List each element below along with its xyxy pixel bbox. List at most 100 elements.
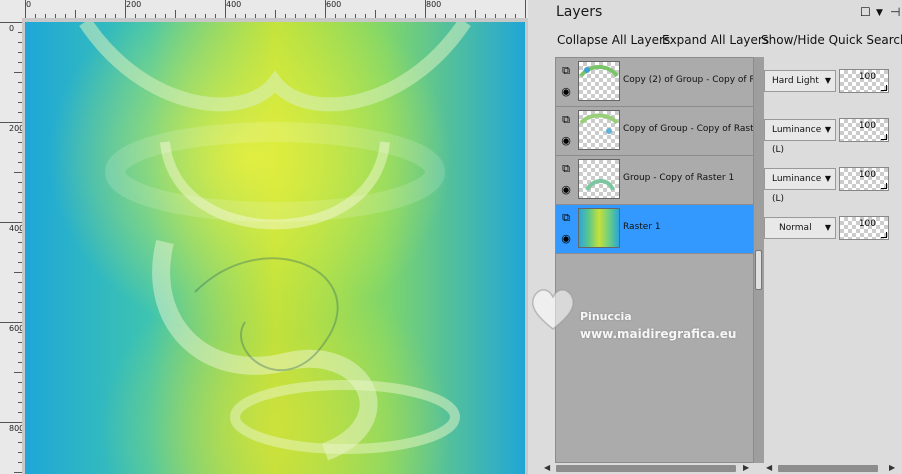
ruler-tick: [175, 10, 176, 18]
maximize-icon[interactable]: ☐: [860, 5, 871, 19]
layer-row[interactable]: ⧉ ◉ Copy (2) of Group - Copy of Raster 1: [556, 58, 753, 107]
thumbnail-art: [579, 113, 619, 134]
layer-thumbnail: [578, 61, 620, 101]
blend-mode-value: Hard Light: [772, 76, 819, 86]
layer-thumbnail: [578, 110, 620, 150]
layer-name: Group - Copy of Raster 1: [623, 173, 735, 183]
resize-corner-icon: [881, 85, 887, 91]
ruler-tick: [75, 10, 76, 18]
ruler-tick: [0, 222, 22, 223]
horizontal-ruler[interactable]: 0 200 400 600 800: [22, 0, 528, 19]
image-canvas[interactable]: [25, 22, 525, 474]
blend-mode-dropdown[interactable]: Luminance (L) ▼: [764, 168, 836, 204]
layer-thumbnail: [578, 159, 620, 199]
ruler-label: 400: [226, 0, 242, 9]
ruler-tick: [14, 472, 22, 473]
watermark-url: www.maidiregrafica.eu: [580, 327, 737, 341]
scrollbar-thumb[interactable]: [778, 465, 878, 472]
layer-row[interactable]: ⧉ ◉ Group - Copy of Raster 1: [556, 156, 753, 205]
opacity-value: 100: [858, 219, 876, 229]
ruler-tick: [425, 0, 426, 18]
ruler-tick: [375, 10, 376, 18]
scroll-left-icon[interactable]: ◀: [766, 463, 772, 472]
canvas-artwork: [25, 22, 525, 474]
ruler-tick: [125, 0, 126, 18]
dropdown-arrow-icon: ▼: [824, 223, 831, 232]
ruler-tick: [0, 422, 22, 423]
ruler-tick: [525, 0, 526, 18]
dropdown-arrow-icon[interactable]: ▼: [876, 8, 883, 18]
opacity-field[interactable]: 100: [839, 118, 889, 142]
dropdown-arrow-icon: ▼: [824, 125, 831, 134]
watermark-name: Pinuccia: [580, 310, 632, 323]
layer-row-selected[interactable]: ⧉ ◉ Raster 1: [556, 205, 753, 254]
ruler-label: 600: [326, 0, 342, 9]
expand-all-layers-button[interactable]: Expand All Layers: [662, 33, 769, 47]
ruler-label: 0: [26, 0, 32, 9]
blend-mode-dropdown[interactable]: Luminance (L) ▼: [764, 119, 836, 155]
visibility-eye-icon[interactable]: ◉: [559, 85, 573, 99]
pin-icon[interactable]: ⊣: [890, 5, 900, 19]
opacity-field[interactable]: 100: [839, 69, 889, 93]
panel-title: Layers: [556, 4, 603, 20]
properties-scrollbar[interactable]: ◀ ▶: [764, 463, 902, 474]
opacity-field[interactable]: 100: [839, 216, 889, 240]
visibility-eye-icon[interactable]: ◉: [559, 183, 573, 197]
layer-type-icon[interactable]: ⧉: [559, 64, 573, 78]
resize-corner-icon: [881, 134, 887, 140]
splitter-handle[interactable]: [755, 250, 762, 290]
visibility-eye-icon[interactable]: ◉: [559, 232, 573, 246]
layer-type-icon[interactable]: ⧉: [559, 113, 573, 127]
show-hide-quick-search-button[interactable]: Show/Hide Quick Search: [761, 33, 902, 47]
ruler-tick: [14, 72, 22, 73]
blend-mode-value: Luminance (L): [772, 125, 822, 155]
opacity-field[interactable]: 100: [839, 167, 889, 191]
scrollbar-thumb[interactable]: [556, 465, 736, 472]
scroll-right-icon[interactable]: ▶: [889, 463, 895, 472]
blend-mode-value: Normal: [779, 223, 812, 233]
ruler-tick: [14, 172, 22, 173]
ruler-tick: [225, 0, 226, 18]
ruler-tick: [275, 10, 276, 18]
watermark-heart-logo: [527, 283, 579, 338]
ruler-tick: [0, 22, 22, 23]
ruler-label: 800: [426, 0, 442, 9]
ruler-tick: [475, 10, 476, 18]
layer-name: Raster 1: [623, 222, 661, 232]
layer-row[interactable]: ⧉ ◉ Copy of Group - Copy of Raster 1: [556, 107, 753, 156]
resize-corner-icon: [881, 232, 887, 238]
panel-splitter[interactable]: [754, 57, 764, 463]
layer-properties: Hard Light ▼ 100 Luminance (L) ▼ 100 Lumin…: [764, 57, 902, 463]
blend-mode-dropdown[interactable]: Hard Light ▼: [764, 70, 836, 92]
layer-type-icon[interactable]: ⧉: [559, 162, 573, 176]
layer-name: Copy of Group - Copy of Raster 1: [623, 124, 753, 134]
scroll-left-icon[interactable]: ◀: [544, 463, 550, 472]
layers-panel: Layers ☐ ▼ ⊣ Collapse All Layers Expand …: [542, 0, 902, 474]
opacity-value: 100: [858, 170, 876, 180]
layer-list: ⧉ ◉ Copy (2) of Group - Copy of Raster 1…: [555, 57, 754, 463]
collapse-all-layers-button[interactable]: Collapse All Layers: [557, 33, 670, 47]
dropdown-arrow-icon: ▼: [824, 174, 831, 183]
ruler-tick: [325, 0, 326, 18]
vertical-ruler[interactable]: 0 200 400 600 800: [0, 18, 23, 474]
splitter[interactable]: [528, 0, 542, 474]
ruler-tick: [14, 372, 22, 373]
layer-type-icon[interactable]: ⧉: [559, 211, 573, 225]
layer-name: Copy (2) of Group - Copy of Raster 1: [623, 75, 753, 85]
blend-mode-value: Luminance (L): [772, 174, 822, 204]
ruler-label: 0: [9, 24, 15, 33]
ruler-tick: [0, 122, 22, 123]
layer-thumbnail: [578, 208, 620, 248]
resize-corner-icon: [881, 183, 887, 189]
scroll-right-icon[interactable]: ▶: [743, 463, 749, 472]
ruler-corner: [0, 0, 23, 19]
canvas-area[interactable]: [22, 18, 528, 474]
blend-mode-dropdown[interactable]: Normal ▼: [764, 217, 836, 239]
opacity-value: 100: [858, 72, 876, 82]
opacity-value: 100: [858, 121, 876, 131]
ruler-label: 200: [126, 0, 142, 9]
visibility-eye-icon[interactable]: ◉: [559, 134, 573, 148]
layer-list-scrollbar[interactable]: ◀ ▶: [542, 463, 754, 474]
heart-icon: [532, 289, 574, 330]
thumbnail-art: [579, 65, 619, 78]
